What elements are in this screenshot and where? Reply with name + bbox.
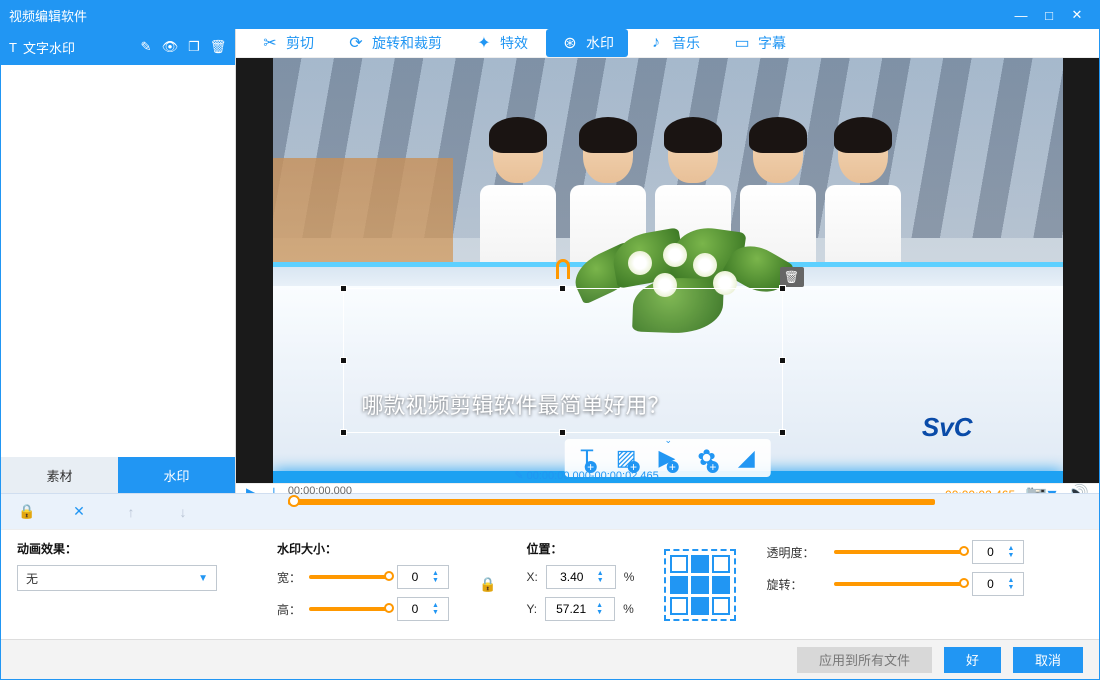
width-slider[interactable] xyxy=(309,575,389,579)
link-lock-icon[interactable]: 🔒 xyxy=(479,576,496,593)
tab-material[interactable]: 素材 xyxy=(1,457,118,493)
main-toolbar: ✂剪切 ⟳旋转和裁剪 ✦特效 ⊛水印 ♪音乐 ▭字幕 xyxy=(236,29,1099,58)
add-text-button[interactable]: T+ xyxy=(580,445,593,471)
tool-cut[interactable]: ✂剪切 xyxy=(246,29,328,57)
anchor-grid[interactable] xyxy=(664,549,736,621)
preview-area: SvC 🗑 xyxy=(236,58,1099,483)
app-window: 视频编辑软件 — □ ✕ T 文字水印 ✎ 👁 ❐ 🗑 素材 水印 xyxy=(0,0,1100,680)
controls-panel: 动画效果： 无 ▼ 水印大小： 宽： ▲▼ 高： ▲▼ � xyxy=(1,529,1099,639)
ok-button[interactable]: 好 xyxy=(944,647,1001,673)
effects-icon: ✦ xyxy=(474,33,494,53)
watermark-text[interactable]: 哪款视频剪辑软件最简单好用？ xyxy=(362,388,670,420)
tool-effects[interactable]: ✦特效 xyxy=(460,29,542,57)
watermark-bbox[interactable]: 🗑 哪款视频剪辑软件最简单好用？ xyxy=(343,288,783,433)
edit-icon[interactable]: ✎ xyxy=(137,39,155,55)
height-input[interactable]: ▲▼ xyxy=(397,597,449,621)
anim-select[interactable]: 无 ▼ xyxy=(17,565,217,591)
time-start: 00:00:00.000 xyxy=(288,485,352,497)
move-up-button[interactable]: ↑ xyxy=(119,504,143,520)
cancel-button[interactable]: 取消 xyxy=(1013,647,1083,673)
rotate-handle[interactable] xyxy=(556,259,570,279)
resize-handle[interactable] xyxy=(340,285,347,292)
tool-subtitle[interactable]: ▭字幕 xyxy=(718,29,800,57)
y-input[interactable]: ▲▼ xyxy=(545,597,615,621)
sidebar-body xyxy=(1,65,235,457)
crop-icon: ⟳ xyxy=(346,33,366,53)
sidebar: T 文字水印 ✎ 👁 ❐ 🗑 素材 水印 xyxy=(1,29,236,493)
x-input[interactable]: ▲▼ xyxy=(546,565,616,589)
desk-logo: SvC xyxy=(922,412,973,443)
footer: 应用到所有文件 好 取消 xyxy=(1,639,1099,679)
titlebar[interactable]: 视频编辑软件 — □ ✕ xyxy=(1,1,1099,29)
rotate-slider[interactable] xyxy=(834,582,964,586)
add-video-button[interactable]: ⌄▶+ xyxy=(658,445,675,471)
maximize-button[interactable]: □ xyxy=(1035,8,1063,23)
close-button[interactable]: ✕ xyxy=(1063,7,1091,23)
apply-all-button[interactable]: 应用到所有文件 xyxy=(797,647,932,673)
resize-handle[interactable] xyxy=(340,357,347,364)
text-icon: T xyxy=(9,40,17,55)
delete-watermark-button[interactable]: 🗑 xyxy=(780,267,804,287)
eraser-button[interactable]: ◢ xyxy=(738,445,755,471)
watermark-icon: ⊛ xyxy=(560,33,580,53)
resize-handle[interactable] xyxy=(559,429,566,436)
copy-icon[interactable]: ❐ xyxy=(185,39,203,55)
resize-handle[interactable] xyxy=(340,429,347,436)
sidebar-header: T 文字水印 ✎ 👁 ❐ 🗑 xyxy=(1,29,235,65)
remove-button[interactable]: ✕ xyxy=(67,503,91,520)
edit-range-icon[interactable]: ✎ 00:00:00.000-00:00:02.465 xyxy=(514,469,658,482)
lock-button[interactable]: 🔒 xyxy=(15,503,39,520)
add-image-button[interactable]: ▨+ xyxy=(616,445,637,471)
scissors-icon: ✂ xyxy=(260,33,280,53)
sidebar-tabs: 素材 水印 xyxy=(1,457,235,493)
pos-label: 位置： xyxy=(526,540,634,557)
resize-handle[interactable] xyxy=(779,357,786,364)
resize-handle[interactable] xyxy=(559,285,566,292)
subtitle-icon: ▭ xyxy=(732,33,752,53)
timeline-track[interactable]: 00:00:00.000 ✎ 00:00:00.000-00:00:02.465 xyxy=(288,485,935,505)
height-slider[interactable] xyxy=(309,607,389,611)
video-preview[interactable]: SvC 🗑 xyxy=(273,58,1063,483)
resize-handle[interactable] xyxy=(779,285,786,292)
delete-icon[interactable]: 🗑 xyxy=(209,39,227,55)
chevron-down-icon: ▼ xyxy=(198,573,208,584)
opacity-slider[interactable] xyxy=(834,550,964,554)
tool-rotate-crop[interactable]: ⟳旋转和裁剪 xyxy=(332,29,456,57)
resize-handle[interactable] xyxy=(779,429,786,436)
opacity-input[interactable]: ▲▼ xyxy=(972,540,1024,564)
app-title: 视频编辑软件 xyxy=(9,6,87,25)
tab-watermark[interactable]: 水印 xyxy=(118,457,235,493)
rotate-input[interactable]: ▲▼ xyxy=(972,572,1024,596)
tool-watermark[interactable]: ⊛水印 xyxy=(546,29,628,57)
minimize-button[interactable]: — xyxy=(1007,8,1035,23)
sidebar-title: 文字水印 xyxy=(23,38,75,57)
size-label: 水印大小： xyxy=(277,540,449,557)
tool-music[interactable]: ♪音乐 xyxy=(632,29,714,57)
main-pane: ✂剪切 ⟳旋转和裁剪 ✦特效 ⊛水印 ♪音乐 ▭字幕 SvC xyxy=(236,29,1099,493)
move-down-button[interactable]: ↓ xyxy=(171,504,195,520)
anim-label: 动画效果： xyxy=(17,540,247,557)
add-shape-button[interactable]: ✿+ xyxy=(697,445,715,471)
width-input[interactable]: ▲▼ xyxy=(397,565,449,589)
playhead[interactable] xyxy=(288,495,300,507)
music-icon: ♪ xyxy=(646,33,666,53)
eye-icon[interactable]: 👁 xyxy=(161,39,179,55)
